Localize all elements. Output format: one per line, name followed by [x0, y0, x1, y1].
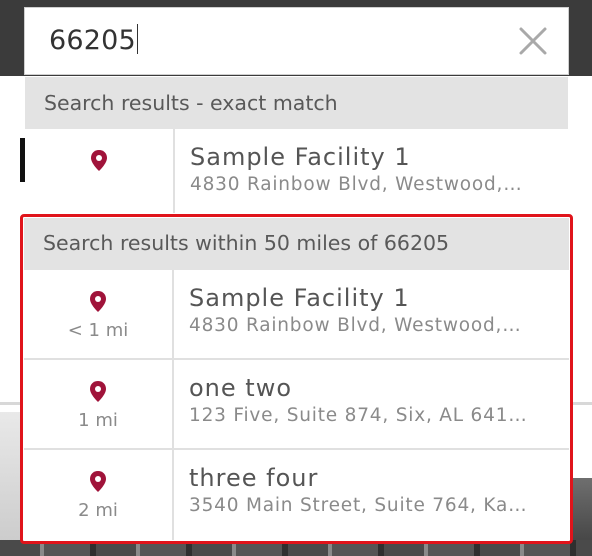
search-input-value: 66205	[49, 25, 136, 56]
result-details: three four 3540 Main Street, Suite 764, …	[174, 450, 569, 540]
result-details: one two 123 Five, Suite 874, Six, AL 641…	[174, 360, 569, 448]
result-distance: 1 mi	[78, 410, 118, 431]
result-distance: 2 mi	[78, 500, 118, 521]
exact-match-header: Search results - exact match	[25, 77, 568, 129]
facility-name: three four	[189, 464, 319, 492]
close-icon	[519, 27, 547, 55]
search-box[interactable]: 66205	[24, 7, 569, 75]
map-pin-icon	[91, 150, 107, 171]
exact-match-section: Search results - exact match Sample Faci…	[25, 77, 568, 213]
search-input[interactable]: 66205	[49, 24, 138, 56]
text-caret	[136, 24, 138, 54]
map-pin-icon	[90, 381, 106, 402]
result-marker-cell: < 1 mi	[24, 270, 174, 358]
result-marker-cell: 1 mi	[24, 360, 174, 448]
result-row[interactable]: 1 mi one two 123 Five, Suite 874, Six, A…	[24, 360, 569, 450]
clear-search-button[interactable]	[518, 26, 548, 56]
map-pin-icon	[90, 471, 106, 492]
search-results-dropdown: Search results - exact match Sample Faci…	[20, 77, 573, 544]
result-distance: < 1 mi	[67, 320, 129, 341]
map-pin-icon	[90, 291, 106, 312]
facility-name: Sample Facility 1	[190, 143, 411, 171]
nearby-results-header: Search results within 50 miles of 66205	[24, 218, 569, 270]
facility-address: 123 Five, Suite 874, Six, AL 64111	[189, 405, 527, 426]
result-details: Sample Facility 1 4830 Rainbow Blvd, Wes…	[174, 270, 569, 358]
result-row[interactable]: Sample Facility 1 4830 Rainbow Blvd, Wes…	[25, 129, 568, 213]
result-marker-cell	[25, 129, 175, 213]
facility-address: 4830 Rainbow Blvd, Westwood, KS 66205	[190, 174, 528, 195]
facility-name: Sample Facility 1	[189, 284, 410, 312]
result-row[interactable]: 2 mi three four 3540 Main Street, Suite …	[24, 450, 569, 540]
facility-address: 4830 Rainbow Blvd, Westwood, KS 66205	[189, 315, 527, 336]
nearby-results-section: Search results within 50 miles of 66205 …	[20, 214, 573, 544]
facility-name: one two	[189, 374, 293, 402]
result-row[interactable]: < 1 mi Sample Facility 1 4830 Rainbow Bl…	[24, 270, 569, 360]
result-marker-cell: 2 mi	[24, 450, 174, 540]
facility-address: 3540 Main Street, Suite 764, Kansas City…	[189, 495, 527, 516]
result-details: Sample Facility 1 4830 Rainbow Blvd, Wes…	[175, 129, 568, 213]
